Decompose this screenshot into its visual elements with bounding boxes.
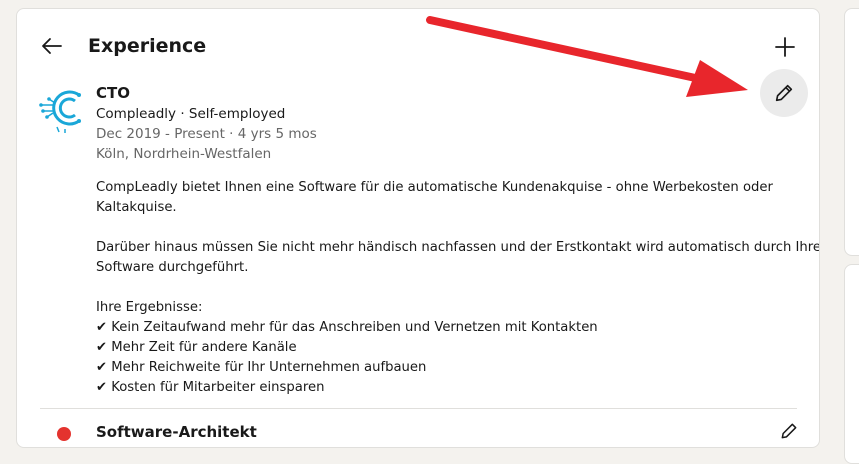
right-sidebar-card (844, 8, 859, 256)
result-bullet: ✔ Kosten für Mitarbeiter einsparen (96, 380, 325, 395)
plus-icon (775, 37, 795, 57)
edit-experience-button[interactable] (777, 419, 801, 443)
pencil-icon (781, 423, 797, 439)
pencil-icon (775, 84, 793, 102)
job-title: Software-Architekt (96, 423, 257, 441)
page-title: Experience (88, 35, 207, 57)
company-name: Compleadly · Self-employed (96, 106, 286, 122)
description-line: CompLeadly bietet Ihnen eine Software fü… (96, 180, 773, 195)
experience-card: Experience CTO Compleadly · Self-employe… (16, 8, 820, 448)
edit-experience-button[interactable] (760, 69, 808, 117)
result-bullet: ✔ Kein Zeitaufwand mehr für das Anschrei… (96, 320, 598, 335)
description-line: Kaltakquise. (96, 200, 177, 215)
job-title: CTO (96, 84, 130, 102)
company-logo (39, 90, 81, 133)
results-heading: Ihre Ergebnisse: (96, 300, 203, 315)
description-line: Software durchgeführt. (96, 260, 249, 275)
job-description: CompLeadly bietet Ihnen eine Software fü… (96, 178, 820, 398)
add-experience-button[interactable] (769, 31, 801, 63)
arrow-left-icon (42, 38, 62, 54)
description-line: Darüber hinaus müssen Sie nicht mehr hän… (96, 240, 820, 255)
result-bullet: ✔ Mehr Zeit für andere Kanäle (96, 340, 297, 355)
divider (40, 408, 797, 409)
company-logo (57, 427, 71, 441)
job-location: Köln, Nordrhein-Westfalen (96, 146, 272, 162)
employment-dates: Dec 2019 - Present · 4 yrs 5 mos (96, 126, 317, 142)
right-sidebar-card (844, 264, 859, 464)
result-bullet: ✔ Mehr Reichweite für Ihr Unternehmen au… (96, 360, 427, 375)
back-button[interactable] (37, 31, 67, 61)
